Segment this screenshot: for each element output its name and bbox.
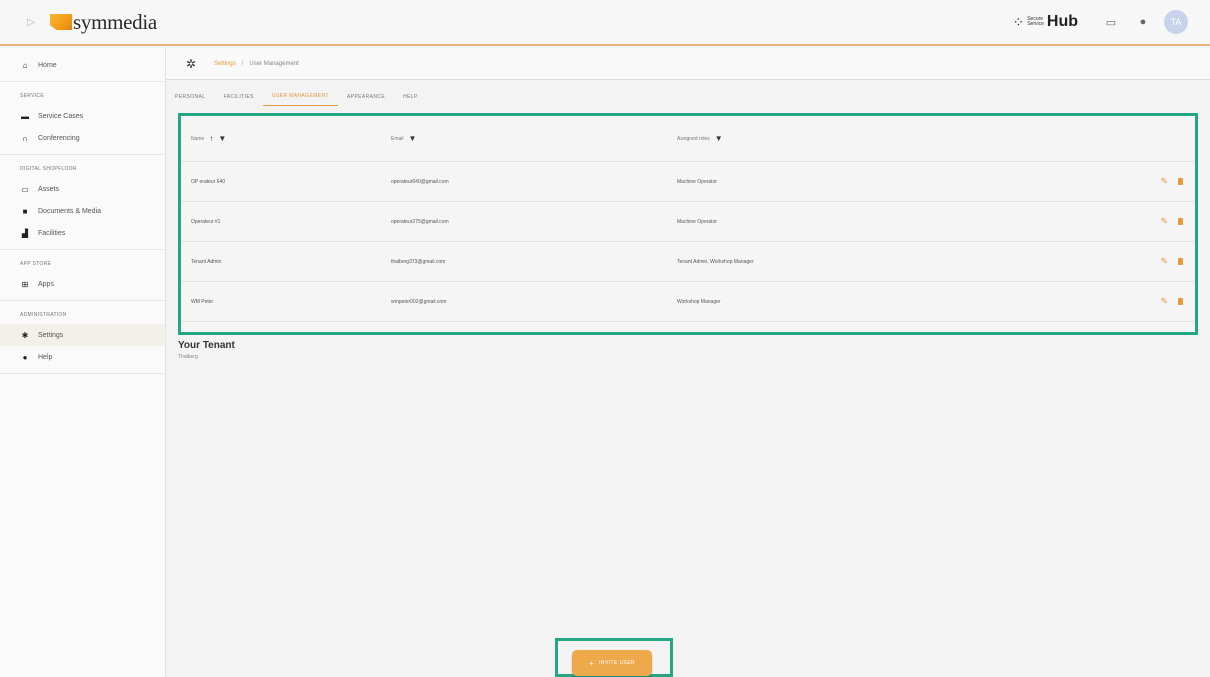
user-table: Name ↑ ▼ Email ▼ Assigned roles ▼ OP era… <box>178 113 1198 335</box>
section-label-app-store: APP STORE <box>20 261 52 267</box>
filter-icon[interactable]: ▼ <box>218 134 226 143</box>
help-icon: ● <box>22 352 28 362</box>
sidebar-item-assets[interactable]: ▭ Assets <box>0 178 165 200</box>
edit-pencil-icon[interactable]: ✎ <box>1160 176 1168 187</box>
briefcase-icon: ▬ <box>21 111 29 121</box>
breadcrumb-settings-link[interactable]: Settings <box>214 61 236 67</box>
settings-gear-icon: ✲ <box>186 56 197 71</box>
hub-label: Hub <box>1046 13 1078 30</box>
sort-arrow-up-icon[interactable]: ↑ <box>209 134 213 143</box>
apps-grid-icon: ⊞ <box>21 279 29 289</box>
row-actions: ✎ <box>1160 176 1183 187</box>
delete-trash-icon[interactable] <box>1178 298 1183 305</box>
tenant-title: Your Tenant <box>178 340 235 351</box>
logo-mark-icon <box>50 14 72 30</box>
settings-tabs: PERSONAL FACILITIES USER MANAGEMENT APPE… <box>166 84 427 106</box>
cell-email: operateur640@gmail.com <box>391 178 449 185</box>
edit-pencil-icon[interactable]: ✎ <box>1160 296 1168 307</box>
delete-trash-icon[interactable] <box>1178 178 1183 185</box>
edit-pencil-icon[interactable]: ✎ <box>1160 256 1168 267</box>
headset-icon: ∩ <box>22 133 28 143</box>
row-actions: ✎ <box>1160 296 1183 307</box>
main-content: ✲ Settings / User Management PERSONAL FA… <box>166 48 1210 677</box>
breadcrumb: ✲ Settings / User Management <box>166 48 1210 80</box>
table-row[interactable]: WM Peter wmpeter002@gmail.com Workshop M… <box>181 282 1195 322</box>
sidebar-divider <box>0 81 165 82</box>
section-label-administration: ADMINISTRATION <box>20 312 67 318</box>
tab-facilities[interactable]: FACILITIES <box>214 94 262 106</box>
brand-logo[interactable]: symmedia <box>50 10 157 35</box>
sidebar: ⌂ Home SERVICE ▬ Service Cases ∩ Confere… <box>0 48 166 677</box>
hub-small-text: Secure Service <box>1027 16 1044 27</box>
section-label-service: SERVICE <box>20 93 44 99</box>
header-email[interactable]: Email ▼ <box>391 134 416 143</box>
cell-name: Tenant Admin <box>191 258 222 265</box>
cell-email: thalberg373@gmail.com <box>391 258 446 265</box>
home-icon: ⌂ <box>22 60 28 70</box>
tab-appearance[interactable]: APPEARANCE <box>338 94 394 106</box>
breadcrumb-current: User Management <box>249 60 299 67</box>
sidebar-divider <box>0 249 165 250</box>
table-row[interactable]: Tenant Admin thalberg373@gmail.com Tenan… <box>181 242 1195 282</box>
hub-dots-icon: ⁘ <box>1012 13 1024 30</box>
sidebar-item-conferencing[interactable]: ∩ Conferencing <box>0 127 165 149</box>
user-avatar[interactable]: TA <box>1164 10 1188 34</box>
sidebar-item-facilities[interactable]: ▟ Facilities <box>0 222 165 244</box>
section-label-digital-shopfloor: DIGITAL SHOPFLOOR <box>20 166 77 172</box>
collapse-sidebar-icon[interactable]: ▷ <box>22 13 40 31</box>
table-row[interactable]: OP erateur 640 operateur640@gmail.com Ma… <box>181 162 1195 202</box>
cell-roles: Tenant Admin, Workshop Manager <box>677 258 754 265</box>
delete-trash-icon[interactable] <box>1178 258 1183 265</box>
sidebar-divider <box>0 154 165 155</box>
invite-user-button[interactable]: + INVITE USER <box>572 650 652 676</box>
cell-name: OP erateur 640 <box>191 178 226 185</box>
sidebar-item-home[interactable]: ⌂ Home <box>0 54 165 76</box>
breadcrumb-separator: / <box>241 60 244 67</box>
invite-user-highlight: + INVITE USER <box>555 638 673 677</box>
feedback-icon[interactable]: ▭ <box>1100 11 1122 33</box>
sidebar-item-documents-media[interactable]: ■ Documents & Media <box>0 200 165 222</box>
documents-icon: ■ <box>22 206 28 216</box>
sidebar-item-apps[interactable]: ⊞ Apps <box>0 273 165 295</box>
delete-trash-icon[interactable] <box>1178 218 1183 225</box>
cell-name: Operateur #1 <box>191 218 221 225</box>
header-name[interactable]: Name ↑ ▼ <box>191 134 226 143</box>
table-row[interactable]: Operateur #1 operateur275@gmail.com Mach… <box>181 202 1195 242</box>
row-actions: ✎ <box>1160 216 1183 227</box>
cell-roles: Workshop Manager <box>677 298 721 305</box>
assets-icon: ▭ <box>21 184 29 194</box>
cell-name: WM Peter <box>191 298 214 305</box>
cell-email: operateur275@gmail.com <box>391 218 449 225</box>
sidebar-item-help[interactable]: ● Help <box>0 346 165 368</box>
tab-personal[interactable]: PERSONAL <box>166 94 214 106</box>
cell-roles: Machine Operator <box>677 218 718 225</box>
edit-pencil-icon[interactable]: ✎ <box>1160 216 1168 227</box>
tab-user-management[interactable]: USER MANAGEMENT <box>262 93 338 106</box>
brand-name: symmedia <box>73 9 157 34</box>
row-actions: ✎ <box>1160 256 1183 267</box>
plus-icon: + <box>589 658 595 668</box>
sidebar-divider <box>0 300 165 301</box>
gear-icon: ✱ <box>21 330 29 340</box>
tenant-name: Thalberg <box>178 354 198 360</box>
sidebar-item-service-cases[interactable]: ▬ Service Cases <box>0 105 165 127</box>
cell-email: wmpeter002@gmail.com <box>391 298 447 305</box>
sidebar-divider <box>0 373 165 374</box>
topbar-actions: ⁘ Secure Service Hub ▭ ● TA <box>1012 10 1210 34</box>
filter-icon[interactable]: ▼ <box>409 134 417 143</box>
tab-help[interactable]: HELP <box>394 94 427 106</box>
factory-icon: ▟ <box>21 228 29 238</box>
service-hub-logo[interactable]: ⁘ Secure Service Hub <box>1012 13 1078 31</box>
header-assigned-roles[interactable]: Assigned roles ▼ <box>677 134 723 143</box>
table-header: Name ↑ ▼ Email ▼ Assigned roles ▼ <box>181 116 1195 162</box>
notification-bell-icon[interactable]: ● <box>1132 11 1154 33</box>
filter-icon[interactable]: ▼ <box>715 134 723 143</box>
sidebar-item-settings[interactable]: ✱ Settings <box>0 324 165 346</box>
cell-roles: Machine Operator <box>677 178 718 185</box>
top-bar: ▷ symmedia ⁘ Secure Service Hub ▭ ● TA <box>0 0 1210 46</box>
